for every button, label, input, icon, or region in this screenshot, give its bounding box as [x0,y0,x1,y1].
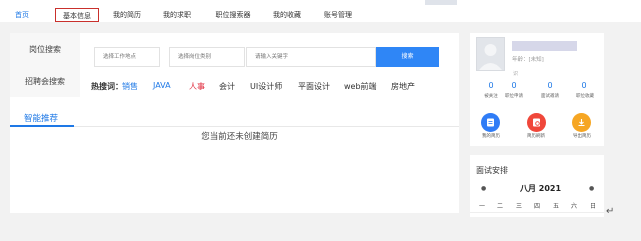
user-avatar-thumb[interactable] [425,0,457,5]
recommend-divider [10,126,459,127]
tab-recommend[interactable]: 智能推荐 [24,112,58,124]
hot-words-label: 热搜词： [91,82,123,91]
nav-job-searcher[interactable]: 职位搜索器 [213,8,253,22]
empty-resume-message: 您当前还未创建简历 [201,132,278,142]
username-placeholder [512,41,577,51]
stat-interviews-label: 面试邀请 [541,94,559,99]
hot-word-link[interactable]: 会计 [219,81,235,92]
location-select[interactable] [94,47,160,67]
resume-icon [487,118,494,127]
nav-basic-info[interactable]: 基本信息 [55,8,99,22]
refresh-resume-label: 简历刷新 [527,134,545,139]
nav-account[interactable]: 账号管理 [322,8,354,22]
hot-word-link[interactable]: web前端 [344,81,377,92]
nav-my-favorites[interactable]: 我的收藏 [271,8,303,22]
prev-month-icon[interactable]: ● [481,185,486,192]
calendar-month: 八月 2021 [520,184,562,193]
hot-word-link[interactable]: JAVA [153,81,171,90]
tab-fair-search[interactable]: 招聘会搜索 [10,76,80,87]
stat-favorites-label: 职位收藏 [576,94,594,99]
calendar-divider [470,212,604,213]
stat-favorites-count[interactable]: 0 [572,81,596,90]
interview-title: 面试安排 [476,166,508,175]
weekday-label: 六 [570,203,577,210]
age-label: 年龄：[未知] [512,57,544,63]
id-icon: 识 [513,71,519,77]
nav-home[interactable]: 首页 [13,8,31,22]
hot-word-link[interactable]: 平面设计 [298,81,330,92]
hot-word-link[interactable]: 房地产 [391,81,415,92]
stat-interviews-count[interactable]: 0 [538,81,562,90]
category-select[interactable] [169,47,245,67]
refresh-icon [533,118,540,127]
weekday-label: 三 [515,203,522,210]
weekday-label: 四 [533,203,540,210]
tab-recommend-underline [10,125,74,127]
empty-message-row: 您当前还未创建简历 [0,130,449,142]
nav-my-jobs[interactable]: 我的求职 [161,8,193,22]
my-resume-button[interactable] [481,113,500,132]
tab-job-search[interactable]: 岗位搜索 [10,44,80,55]
hot-word-link[interactable]: UI设计师 [250,81,282,92]
next-month-icon[interactable]: ● [589,185,594,192]
download-icon [578,119,585,126]
weekday-label: 一 [478,203,485,210]
export-resume-label: 导出简历 [573,134,591,139]
my-resume-label: 我的简历 [482,134,500,139]
nav-my-resume[interactable]: 我的简历 [111,8,143,22]
user-silhouette-icon [479,44,502,70]
weekday-label: 日 [589,203,596,210]
hot-word-link[interactable]: 销售 [122,81,138,92]
hot-word-link[interactable]: 人事 [189,81,205,92]
search-type-tabs [10,33,80,97]
avatar[interactable] [476,37,505,71]
stat-applications-label: 职位申请 [505,94,523,99]
stat-followed-count[interactable]: 0 [479,81,503,90]
refresh-resume-button[interactable] [527,113,546,132]
return-arrow-icon: ↵ [606,206,615,217]
stat-applications-count[interactable]: 0 [502,81,526,90]
export-resume-button[interactable] [572,113,591,132]
weekday-label: 二 [496,203,503,210]
weekday-label: 五 [552,203,559,210]
search-button[interactable]: 搜索 [376,47,439,67]
keyword-input[interactable] [246,47,376,67]
